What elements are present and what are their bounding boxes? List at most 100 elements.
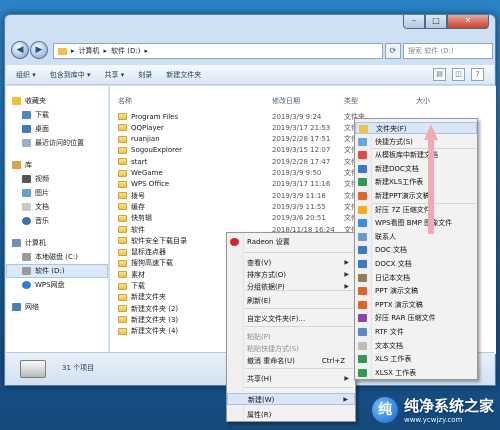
new-menu-item[interactable]: PPTX 演示文稿 [355,299,477,311]
nav-local-disk-c[interactable]: 本地磁盘 (C:) [6,250,108,264]
new-menu-item[interactable]: XLS 工作表 [355,353,477,365]
nav-software-d[interactable]: 软件 (D:) [6,264,108,278]
new-menu-item[interactable]: DOC 文档 [355,244,477,256]
context-menu-item[interactable]: 排序方式(O) ▶ [227,269,355,281]
burn-button[interactable]: 刻录 [138,70,152,80]
column-header-date[interactable]: 修改日期 [272,96,300,108]
nav-wps-cloud[interactable]: WPS网盘 [6,278,108,292]
context-menu-item[interactable]: 共享(H) ▶ [227,373,355,385]
file-row[interactable]: 新建文件夹 (3) [118,314,178,325]
column-header-type[interactable]: 类型 [344,96,358,108]
new-menu-item[interactable]: WPS看图 BMP 图像文件 [355,217,477,229]
new-menu-item[interactable]: 联系人 [355,231,477,243]
preview-pane-icon[interactable]: ◫ [452,68,465,81]
folder-icon [118,135,127,143]
maximize-button[interactable]: □ [425,15,447,29]
file-row[interactable]: 素材 [118,269,145,280]
nav-videos[interactable]: 视频 [6,172,108,186]
refresh-button[interactable]: ⟳ [385,43,401,59]
new-folder-button[interactable]: 新建文件夹 [166,70,201,80]
new-menu-item[interactable]: 新建DOC文档 [355,163,477,175]
include-in-library-button[interactable]: 包含到库中 ▾ [50,70,91,80]
new-menu-item[interactable]: 文本文档 [355,340,477,352]
nav-computer[interactable]: 计算机 [6,236,108,250]
new-menu-item[interactable]: 新建PPT演示文稿 [355,190,477,202]
forward-button[interactable]: ▶ [30,41,48,59]
context-menu-item[interactable]: 查看(V) ▶ [227,257,355,269]
desktop-icon [22,125,31,133]
file-row[interactable]: start2019/2/28 17:47文件夹 [118,156,365,167]
address-bar[interactable]: ▸ 计算机 ▸ 软件 (D:) ▸ [53,43,383,59]
column-header-size[interactable]: 大小 [416,96,430,108]
computer-icon [12,239,21,247]
breadcrumb-computer[interactable]: 计算机 [79,46,100,56]
folder-icon [118,124,127,132]
context-menu-item[interactable]: 新建(W) ▶ [227,393,355,405]
organize-button[interactable]: 组织 ▾ [16,70,36,80]
search-input[interactable]: 搜索 软件 (D:) [403,43,493,59]
context-menu-item[interactable]: 粘贴快捷方式(S) [227,343,355,355]
folder-icon [118,271,127,279]
file-row[interactable]: Program Files 2019/3/9 9:24 文件夹 [118,111,365,122]
file-row[interactable]: 下载 [118,281,145,292]
file-row[interactable]: 缓存2019/3/9 11:55文件夹 [118,201,365,212]
drive-icon [22,267,31,275]
column-header-name[interactable]: 名称 [118,96,132,108]
file-row[interactable]: 新建文件夹 (4) [118,326,178,337]
nav-network[interactable]: 网络 [6,300,108,314]
nav-libraries[interactable]: 库 [6,158,108,172]
context-menu-item[interactable]: 分组依据(P) ▶ [227,281,355,293]
share-button[interactable]: 共享 ▾ [105,70,125,80]
nav-desktop[interactable]: 桌面 [6,122,108,136]
file-row[interactable]: WPS Office2019/3/17 11:16文件夹 [118,179,365,190]
file-row[interactable]: WeGame2019/3/9 9:50文件夹 [118,168,365,179]
file-name: 素材 [131,270,145,279]
address-separator: ▸ [144,47,148,55]
context-radeon-settings[interactable]: Radeon 设置 [227,236,355,248]
new-menu-item[interactable]: DOCX 文档 [355,258,477,270]
nav-recent[interactable]: 最近访问的位置 [6,136,108,150]
file-name: 新建文件夹 (3) [131,315,179,324]
file-row[interactable]: 软件2018/11/18 16:24文件夹 [118,224,365,235]
new-menu-item[interactable]: 文件夹(F) [355,122,477,134]
nav-favorites[interactable]: 收藏夹 [6,94,108,108]
back-button[interactable]: ◀ [11,41,29,59]
context-menu-item[interactable]: 撤消 重命名(U) Ctrl+Z [227,355,355,367]
context-menu-item[interactable]: 刷新(E) [227,295,355,307]
file-row[interactable]: 快剪辑2019/3/6 20:51文件夹 [118,213,365,224]
close-button[interactable]: ✕ [447,15,489,29]
file-row[interactable]: 鼠标连点器 [118,247,166,258]
view-options-icon[interactable]: ▤ [433,68,446,81]
file-row[interactable]: 拨号2019/3/9 11:18文件夹 [118,190,365,201]
new-menu-item[interactable]: 日记本文档 [355,272,477,284]
file-row[interactable]: QQPlayer2019/3/17 21:53文件夹 [118,122,365,133]
file-row[interactable]: 新建文件夹 (2) [118,303,178,314]
context-menu-item[interactable]: 自定义文件夹(F)... [227,313,355,325]
file-row[interactable]: 软件安全下载目录 [118,235,187,246]
file-date: 2019/2/28 17:51 [272,135,331,144]
video-icon [22,175,31,183]
new-menu-item[interactable]: 好压 RAR 压缩文件 [355,312,477,324]
file-type-icon [358,300,367,309]
nav-downloads[interactable]: 下载 [6,108,108,122]
minimize-button[interactable]: – [403,15,425,29]
new-menu-item[interactable]: 好压 7Z 压缩文件 [355,204,477,216]
nav-documents[interactable]: 文档 [6,200,108,214]
context-menu-item[interactable]: 粘贴(P) [227,331,355,343]
new-menu-item[interactable]: 快捷方式(S) [355,136,477,148]
new-menu-item[interactable]: RTF 文件 [355,326,477,338]
file-row[interactable]: SogouExplorer2019/3/15 12:07文件夹 [118,145,365,156]
breadcrumb-drive-d[interactable]: 软件 (D:) [111,46,140,56]
new-menu-item[interactable]: XLSX 工作表 [355,367,477,379]
context-menu-item[interactable]: 属性(R) [227,409,355,421]
new-menu-item[interactable]: 新建XLS工作表 [355,176,477,188]
file-date: 2019/3/9 11:55 [272,202,326,211]
file-row[interactable]: 新建文件夹 [118,292,166,303]
new-menu-item[interactable]: PPT 演示文稿 [355,285,477,297]
help-icon[interactable]: ? [471,68,484,81]
nav-pictures[interactable]: 图片 [6,186,108,200]
file-row[interactable]: 搜狗高速下载 [118,258,173,269]
nav-music[interactable]: 音乐 [6,214,108,228]
file-row[interactable]: ruanjian2019/2/28 17:51文件夹 [118,134,365,145]
new-menu-item[interactable]: 从模板库中新建文档 [355,149,477,161]
